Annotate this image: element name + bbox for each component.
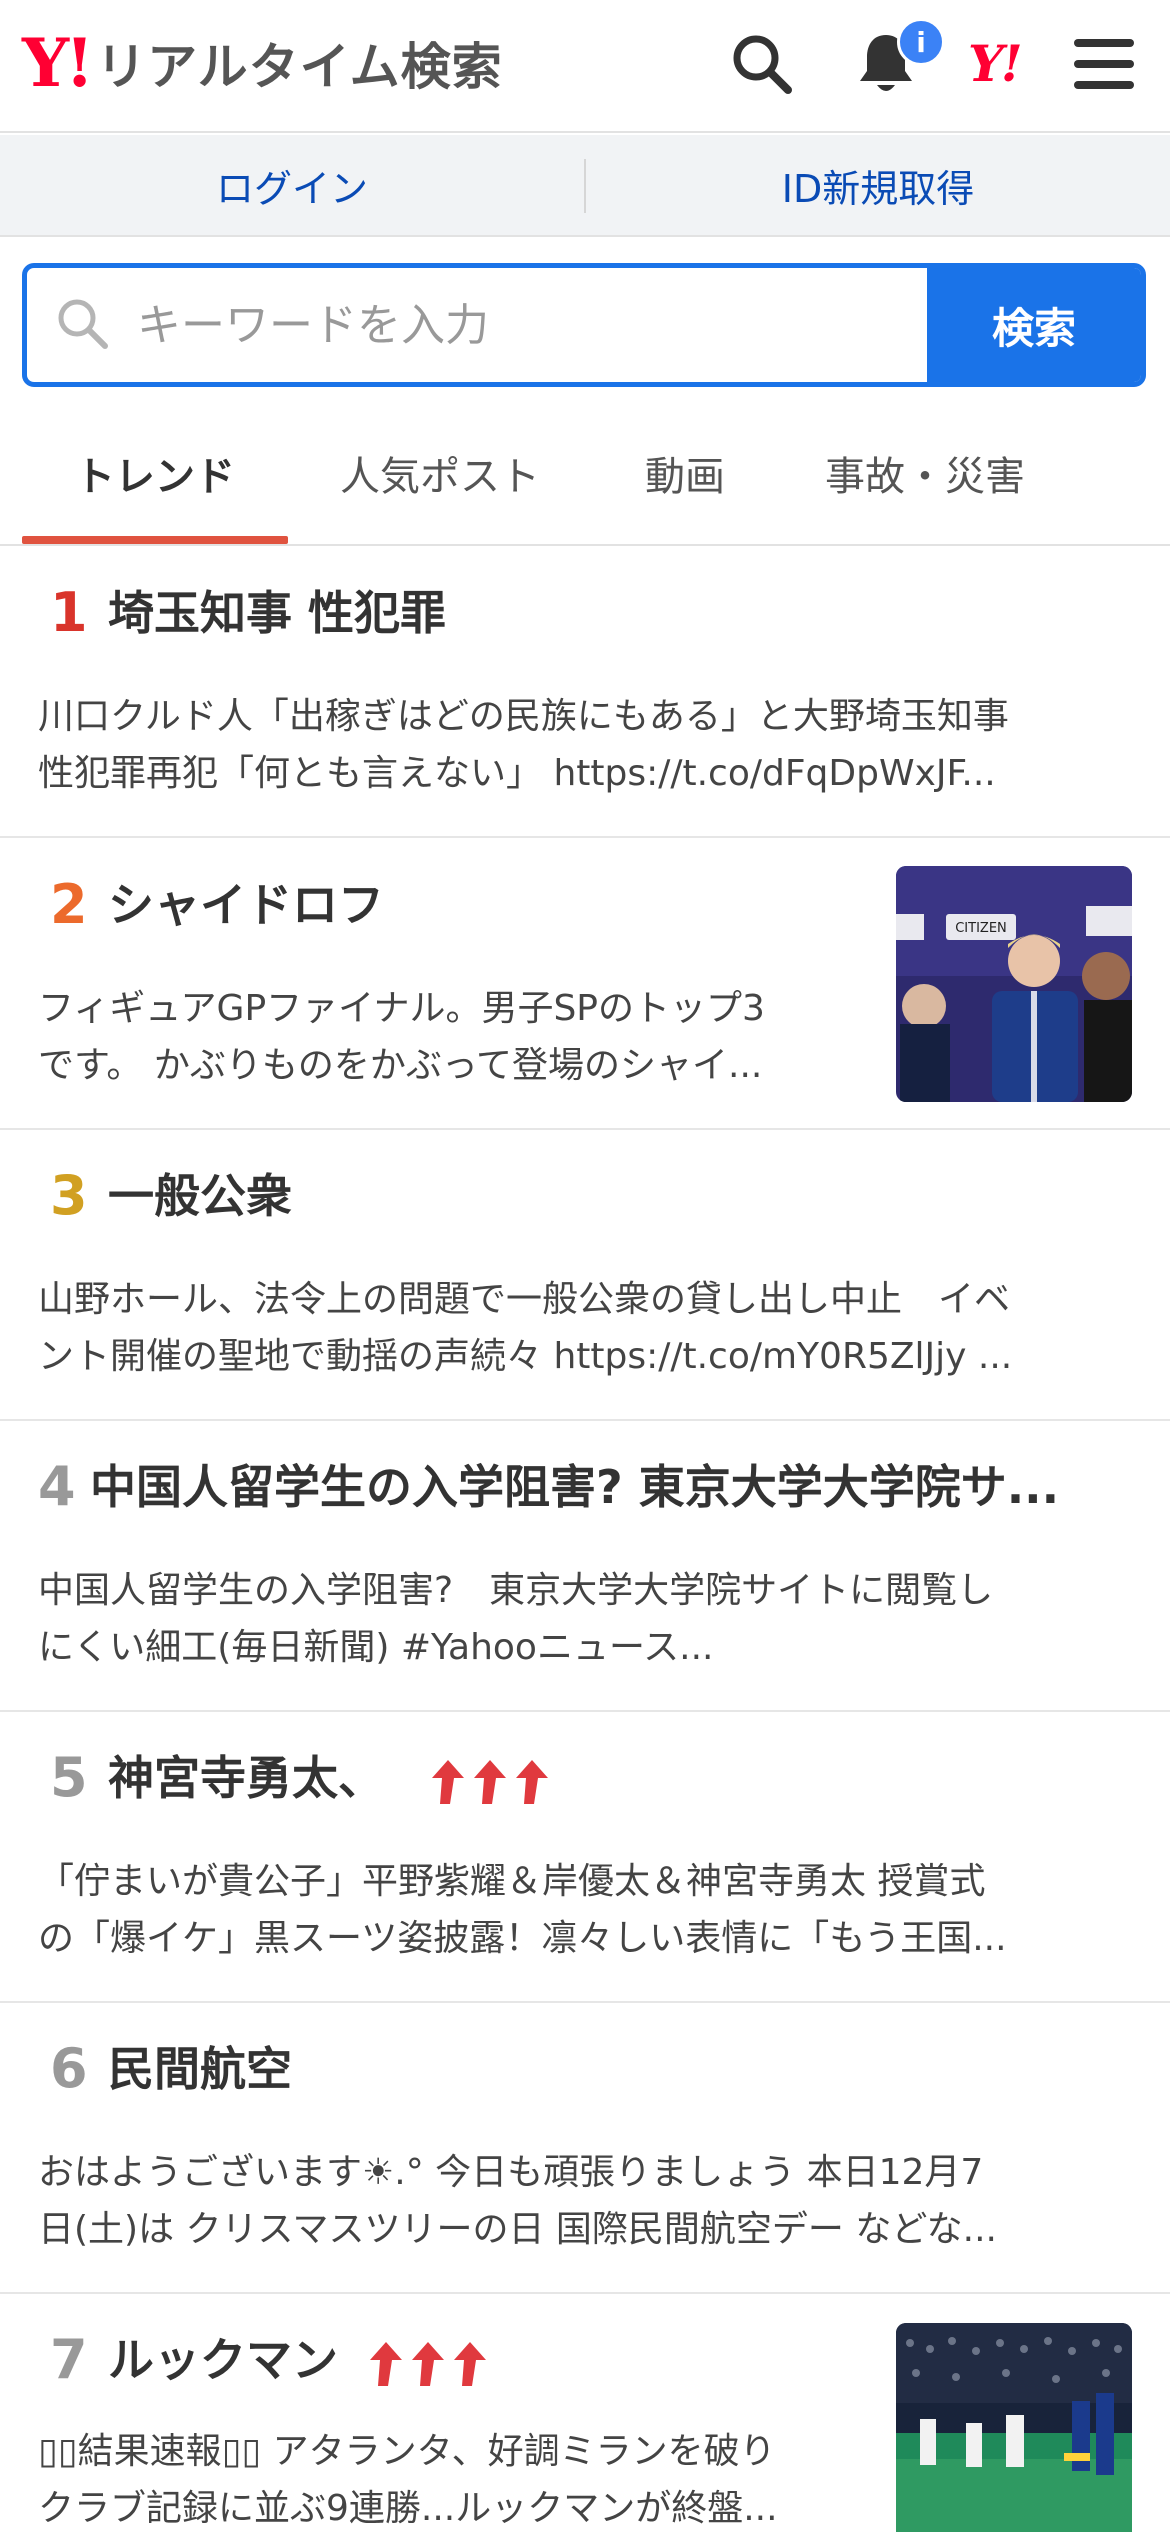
trend-description-line: です。 かぶりものをかぶって登場のシャイ... — [38, 1045, 763, 1086]
trend-description-line: 中国人留学生の入学阻害? 東京大学大学院サイトに閲覧し — [38, 1570, 994, 1611]
trend-thumbnail[interactable]: CITIZEN — [896, 866, 1132, 1102]
trending-up-arrows-icon — [368, 2340, 492, 2388]
trend-description: 中国人留学生の入学阻害? 東京大学大学院サイトに閲覧し にくい細工(毎日新聞) … — [38, 1562, 1138, 1676]
trend-title-wrap[interactable]: 神宮寺勇太、 — [108, 1753, 554, 1806]
app-header: Y! リアルタイム検索 i Y! — [0, 0, 1170, 133]
register-link[interactable]: ID新規取得 — [586, 135, 1170, 235]
trend-description-line: 「佇まいが貴公子」平野紫耀＆岸優太＆神宮寺勇太 授賞式 — [38, 1861, 986, 1902]
trend-rank: 6 — [50, 2037, 88, 2100]
search-input-wrap — [27, 268, 927, 382]
trend-description: 川口クルド人「出稼ぎはどの民族にもある」と大野埼玉知事 性犯罪再犯「何とも言えな… — [38, 688, 1138, 802]
trend-item[interactable]: 4 中国人留学生の入学阻害? 東京大学大学院サ... 中国人留学生の入学阻害? … — [0, 1422, 1170, 1712]
trend-thumbnail[interactable] — [896, 2323, 1132, 2532]
hamburger-menu-icon[interactable] — [1064, 24, 1144, 104]
trend-rank: 2 — [50, 873, 88, 936]
trend-description: 山野ホール、法令上の問題で一般公衆の貸し出し中止 イベ ント開催の聖地で動揺の声… — [38, 1271, 1138, 1385]
trend-description-line: フィギュアGPファイナル。男子SPのトップ3 — [38, 988, 765, 1029]
trend-title[interactable]: シャイドロフ — [108, 880, 384, 931]
trend-description: フィギュアGPファイナル。男子SPのトップ3 です。 かぶりものをかぶって登場の… — [38, 980, 838, 1094]
trend-description: 「佇まいが貴公子」平野紫耀＆岸優太＆神宮寺勇太 授賞式 の「爆イケ」黒スーツ姿披… — [38, 1853, 1138, 1967]
trend-description-line: おはようございます☀.° 今日も頑張りましょう 本日12月7 — [38, 2152, 984, 2193]
trend-item[interactable]: 5 神宮寺勇太、 「佇まいが貴公子」平野紫耀＆岸優太＆神宮寺勇太 授賞式 の「爆… — [0, 1713, 1170, 2003]
trend-item[interactable]: 7 ルックマン ▯▯結果速報▯▯ アタランタ、好調ミランを破り クラブ記録に並ぶ… — [0, 2295, 1170, 2532]
trend-item[interactable]: 6 民間航空 おはようございます☀.° 今日も頑張りましょう 本日12月7 日(… — [0, 2004, 1170, 2294]
trend-title[interactable]: 民間航空 — [108, 2044, 292, 2095]
tab-trend[interactable]: トレンド — [22, 400, 288, 546]
trend-description-line: 山野ホール、法令上の問題で一般公衆の貸し出し中止 イベ — [38, 1279, 1011, 1320]
trend-description-line: クラブ記録に並ぶ9連勝...ルックマンが終盤... — [38, 2488, 778, 2529]
login-link[interactable]: ログイン — [0, 135, 584, 235]
yahoo-top-link-icon[interactable]: Y! — [968, 34, 1023, 93]
trend-description: おはようございます☀.° 今日も頑張りましょう 本日12月7 日(土)は クリス… — [38, 2144, 1138, 2258]
trend-description-line: にくい細工(毎日新聞) #Yahooニュース... — [38, 1627, 714, 1668]
trend-description-line: 日(土)は クリスマスツリーの日 国際民間航空デー などな... — [38, 2209, 997, 2250]
trend-description: ▯▯結果速報▯▯ アタランタ、好調ミランを破り クラブ記録に並ぶ9連勝...ルッ… — [38, 2423, 858, 2532]
yahoo-realtime-logo[interactable]: Y! リアルタイム検索 — [22, 28, 503, 98]
active-tab-indicator — [22, 536, 288, 544]
trend-title[interactable]: 一般公衆 — [108, 1171, 292, 1222]
category-tabs: トレンド 人気ポスト 動画 事故・災害 — [0, 400, 1170, 546]
trend-rank: 5 — [50, 1746, 88, 1809]
trend-description-line: ント開催の聖地で動揺の声続々 https://t.co/mY0R5ZlJjy .… — [38, 1336, 1013, 1377]
trend-rank: 1 — [50, 581, 88, 644]
notification-badge: i — [897, 18, 945, 66]
tab-accidents-disasters[interactable]: 事故・災害 — [790, 400, 1060, 546]
trend-rank: 4 — [38, 1455, 76, 1518]
tab-videos[interactable]: 動画 — [600, 400, 770, 546]
trend-title[interactable]: 中国人留学生の入学阻害? 東京大学大学院サ... — [90, 1462, 1150, 1513]
yahoo-logo-mark: Y! — [22, 24, 94, 102]
trend-item[interactable]: 3 一般公衆 山野ホール、法令上の問題で一般公衆の貸し出し中止 イベ ント開催の… — [0, 1131, 1170, 1421]
trend-rank: 3 — [50, 1164, 88, 1227]
trend-description-line: 性犯罪再犯「何とも言えない」 https://t.co/dFqDpWxJF... — [38, 753, 996, 794]
trend-description-line: ▯▯結果速報▯▯ アタランタ、好調ミランを破り — [38, 2431, 776, 2472]
search-form: 検索 — [22, 263, 1146, 387]
trend-title[interactable]: 埼玉知事 性犯罪 — [108, 588, 446, 639]
search-input[interactable] — [137, 299, 857, 351]
trend-title: ルックマン — [108, 2333, 338, 2387]
search-icon[interactable] — [722, 24, 802, 104]
trend-description-line: 川口クルド人「出稼ぎはどの民族にもある」と大野埼玉知事 — [38, 696, 1009, 737]
trending-up-arrows-icon — [430, 1758, 554, 1806]
trend-rank: 7 — [50, 2328, 88, 2391]
logo-title: リアルタイム検索 — [96, 38, 503, 96]
search-field-icon — [55, 296, 109, 354]
trend-item[interactable]: 1 埼玉知事 性犯罪 川口クルド人「出稼ぎはどの民族にもある」と大野埼玉知事 性… — [0, 548, 1170, 838]
trend-title: 神宮寺勇太、 — [108, 1751, 384, 1805]
thumb-banner-text: CITIZEN — [955, 921, 1007, 936]
tab-popular-posts[interactable]: 人気ポスト — [310, 400, 570, 546]
trend-title-wrap[interactable]: ルックマン — [108, 2335, 492, 2388]
trend-item[interactable]: 2 シャイドロフ フィギュアGPファイナル。男子SPのトップ3 です。 かぶりも… — [0, 840, 1170, 1130]
search-button[interactable]: 検索 — [927, 268, 1141, 382]
trend-description-line: の「爆イケ」黒スーツ姿披露！凛々しい表情に「もう王国... — [38, 1918, 1007, 1959]
login-bar: ログイン ID新規取得 — [0, 135, 1170, 237]
